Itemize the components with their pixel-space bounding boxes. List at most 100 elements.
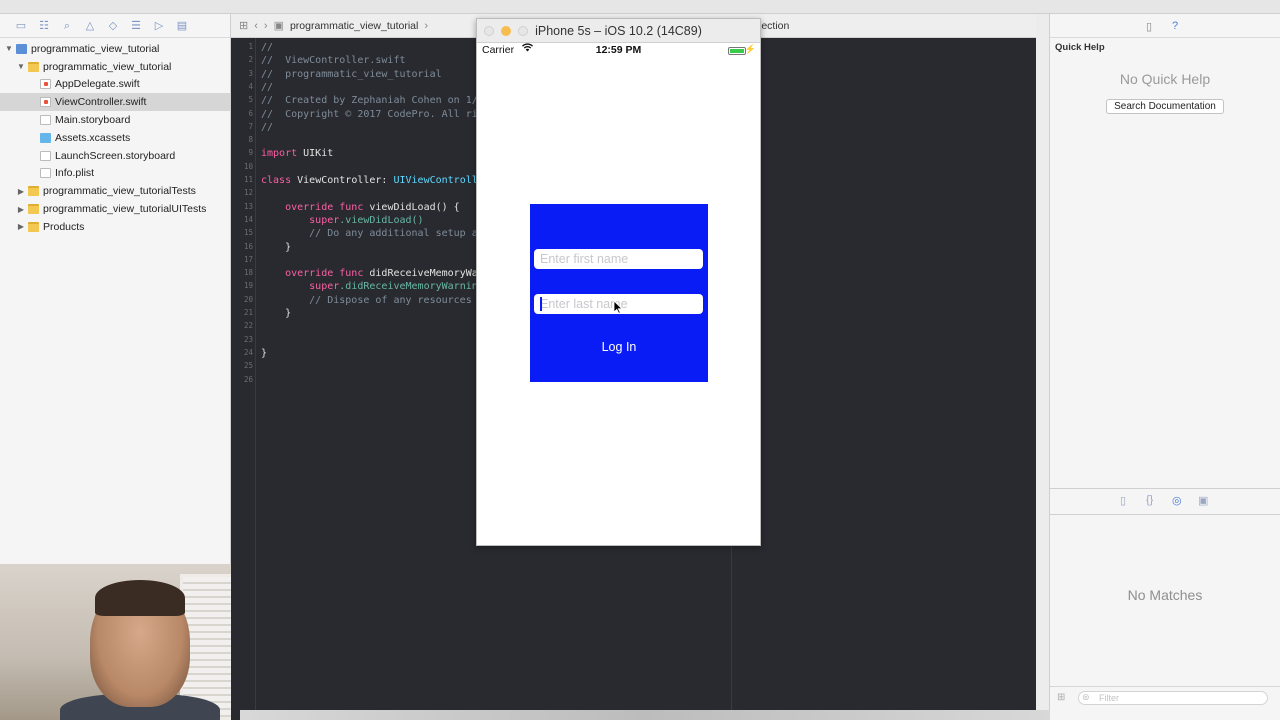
code-token: UIKit bbox=[297, 148, 334, 160]
file-tree-item[interactable]: AppDelegate.swift bbox=[0, 76, 230, 94]
line-number: 21 bbox=[243, 308, 253, 317]
jumpbar-project[interactable]: programmatic_view_tutorial bbox=[290, 20, 418, 32]
code-line[interactable]: // bbox=[261, 82, 273, 93]
file-tree-item[interactable]: ViewController.swift bbox=[0, 93, 230, 112]
line-number: 3 bbox=[248, 68, 253, 78]
disclosure-open-icon[interactable]: ▼ bbox=[4, 44, 14, 53]
file-tree-item[interactable]: Main.storyboard bbox=[0, 111, 230, 129]
code-line[interactable]: // Dispose of any resources t bbox=[261, 295, 484, 306]
code-snippet-icon[interactable]: {} bbox=[1146, 494, 1153, 506]
code-line[interactable]: override func viewDidLoad() { bbox=[261, 202, 460, 213]
log-in-button[interactable]: Log In bbox=[530, 340, 708, 354]
breakpoint-icon[interactable]: ▷ bbox=[152, 20, 166, 32]
folder-file-icon bbox=[28, 186, 39, 197]
code-token: // Created by Zephaniah Cohen on 1/ bbox=[261, 95, 478, 107]
code-line[interactable]: // Do any additional setup af bbox=[261, 228, 484, 239]
line-number: 16 bbox=[243, 241, 253, 251]
code-token: // bbox=[261, 81, 274, 93]
grid-view-icon[interactable]: ⊞ bbox=[1057, 692, 1065, 703]
search-icon[interactable]: ⌕ bbox=[60, 20, 74, 32]
code-token: } bbox=[261, 347, 268, 359]
code-line[interactable]: } bbox=[261, 242, 291, 253]
code-line[interactable]: // bbox=[261, 122, 273, 133]
code-line[interactable]: // Created by Zephaniah Cohen on 1/ bbox=[261, 95, 478, 106]
code-token: override func bbox=[261, 201, 364, 213]
code-line[interactable]: } bbox=[261, 348, 267, 359]
ios-simulator-window[interactable]: iPhone 5s – iOS 10.2 (14C89) Carrier 12:… bbox=[476, 18, 761, 546]
hierarchy-icon[interactable]: ☷ bbox=[37, 20, 51, 32]
grid-icon[interactable]: ⊞ bbox=[239, 19, 248, 32]
library-filter-bar: ⊞ Filter ⊜ bbox=[1050, 686, 1280, 708]
code-line[interactable]: super.viewDidLoad() bbox=[261, 215, 423, 226]
file-tree-item[interactable]: Assets.xcassets bbox=[0, 129, 230, 147]
folder-file-icon bbox=[28, 204, 39, 215]
file-template-icon[interactable]: ▯ bbox=[1120, 494, 1126, 507]
line-number: 9 bbox=[248, 148, 253, 158]
inspector-icon-bar: ▯ ? bbox=[1050, 14, 1280, 38]
file-tree-item[interactable]: ▶ programmatic_view_tutorialTests bbox=[0, 182, 230, 200]
disclosure-open-icon[interactable]: ▼ bbox=[16, 62, 26, 71]
simulator-title: iPhone 5s – iOS 10.2 (14C89) bbox=[535, 24, 702, 38]
code-line[interactable]: } bbox=[261, 308, 291, 319]
file-tree-item[interactable]: ▶ Products bbox=[0, 218, 230, 236]
file-tree-item[interactable]: ▼ programmatic_view_tutorial bbox=[0, 58, 230, 76]
file-tree-label: Products bbox=[43, 220, 85, 233]
swift-file-icon bbox=[40, 97, 51, 108]
folder-icon[interactable]: ▭ bbox=[14, 20, 28, 32]
file-tree-label: Info.plist bbox=[55, 167, 95, 180]
filter-input[interactable]: Filter bbox=[1078, 691, 1268, 705]
disclosure-closed-icon[interactable]: ▶ bbox=[16, 187, 26, 196]
code-token: // bbox=[261, 121, 274, 133]
file-tree-item[interactable]: Info.plist bbox=[0, 165, 230, 183]
file-tree-item[interactable]: LaunchScreen.storyboard bbox=[0, 147, 230, 165]
object-library-icon[interactable]: ◎ bbox=[1172, 494, 1182, 507]
filter-icon: ⊜ bbox=[1082, 692, 1090, 702]
macos-dock[interactable] bbox=[240, 710, 1050, 720]
file-inspector-icon[interactable]: ▯ bbox=[1146, 20, 1152, 33]
code-line[interactable]: import UIKit bbox=[261, 148, 333, 159]
jumpbar-tail[interactable]: lection bbox=[759, 20, 789, 32]
warning-icon[interactable]: △ bbox=[83, 20, 97, 32]
code-line[interactable]: // ViewController.swift bbox=[261, 55, 406, 66]
code-line[interactable]: class ViewController: UIViewControlle bbox=[261, 175, 484, 186]
line-number: 10 bbox=[243, 161, 253, 171]
folder-file-icon bbox=[28, 61, 39, 72]
file-tree-label: programmatic_view_tutorialUITests bbox=[43, 203, 207, 216]
line-number: 4 bbox=[248, 81, 253, 91]
code-token: class bbox=[261, 175, 292, 186]
code-token: // Dispose of any resources t bbox=[261, 294, 484, 306]
file-tree-item[interactable]: ▶ programmatic_view_tutorialUITests bbox=[0, 200, 230, 218]
xcode-toolbar bbox=[0, 0, 1280, 14]
line-number: 18 bbox=[243, 268, 253, 278]
code-line[interactable]: // Copyright © 2017 CodePro. All ri bbox=[261, 109, 478, 120]
back-arrow-icon[interactable]: ‹ bbox=[254, 20, 258, 32]
first-name-field[interactable]: Enter first name bbox=[534, 249, 703, 269]
line-number: 11 bbox=[243, 175, 253, 184]
debug-list-icon[interactable]: ☰ bbox=[129, 20, 143, 32]
code-line[interactable]: // programmatic_view_tutorial bbox=[261, 69, 442, 80]
code-line[interactable]: override func didReceiveMemoryWar bbox=[261, 268, 484, 279]
file-tree-label: Assets.xcassets bbox=[55, 131, 131, 144]
file-tree-item[interactable]: ▼ programmatic_view_tutorial bbox=[0, 40, 230, 58]
report-icon[interactable]: ▤ bbox=[175, 20, 189, 32]
search-documentation-button[interactable]: Search Documentation bbox=[1106, 99, 1224, 114]
simulator-titlebar[interactable]: iPhone 5s – iOS 10.2 (14C89) bbox=[477, 19, 760, 43]
ios-status-bar: Carrier 12:59 PM ⚡ bbox=[477, 43, 760, 59]
code-line[interactable]: // bbox=[261, 42, 273, 53]
code-token: viewDidLoad() { bbox=[363, 201, 460, 213]
line-number: 15 bbox=[243, 228, 253, 238]
quick-help-icon[interactable]: ? bbox=[1172, 20, 1178, 32]
code-token: .didReceiveMemoryWarning bbox=[339, 281, 484, 293]
library-divider[interactable] bbox=[1050, 488, 1280, 489]
utilities-inspector: ▯ ? Quick Help No Quick Help Search Docu… bbox=[1049, 14, 1280, 720]
media-library-icon[interactable]: ▣ bbox=[1198, 494, 1208, 507]
disclosure-closed-icon[interactable]: ▶ bbox=[16, 222, 26, 231]
code-line[interactable]: super.didReceiveMemoryWarning bbox=[261, 281, 484, 292]
disclosure-closed-icon[interactable]: ▶ bbox=[16, 205, 26, 214]
code-token: } bbox=[261, 241, 292, 253]
test-diamond-icon[interactable]: ◇ bbox=[106, 20, 120, 32]
code-token: // Do any additional setup af bbox=[261, 228, 484, 240]
forward-arrow-icon[interactable]: › bbox=[264, 20, 268, 32]
project-navigator: ▭ ☷ ⌕ △ ◇ ☰ ▷ ▤ ▼ programmatic_view_tutor… bbox=[0, 14, 231, 564]
line-number: 8 bbox=[248, 135, 253, 145]
